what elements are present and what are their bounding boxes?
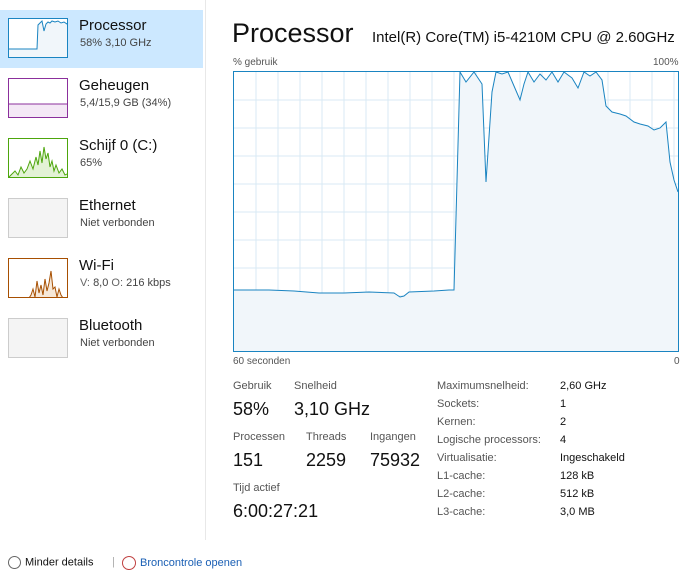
receive-value: 216 kbps	[126, 277, 171, 289]
spec-value: 128 kB	[560, 470, 595, 482]
spec-label: L1-cache:	[437, 470, 486, 482]
processes-label: Processen	[233, 431, 285, 443]
threads-label: Threads	[306, 431, 347, 443]
handles-label: Ingangen	[370, 431, 416, 443]
sidebar-item-detail: Niet verbonden	[80, 337, 155, 349]
handles-value: 75932	[370, 450, 421, 470]
spec-label: L2-cache:	[437, 488, 486, 500]
sidebar-item-name: Ethernet	[79, 197, 136, 214]
threads-value: 2259	[306, 450, 347, 470]
spec-label: Logische processors:	[437, 434, 541, 446]
chevron-up-icon	[8, 556, 21, 569]
spec-value: Ingeschakeld	[560, 452, 625, 464]
open-resource-monitor-label: Broncontrole openen	[140, 556, 243, 569]
spec-value: 2	[560, 416, 567, 428]
sidebar: Processor 58% 3,10 GHz Geheugen 5,4/15,9…	[0, 0, 205, 564]
sidebar-item-name: Processor	[79, 17, 147, 34]
spec-value: 512 kB	[560, 488, 595, 500]
cpu-usage-plot	[234, 72, 678, 351]
spec-label: Sockets:	[437, 398, 480, 410]
receive-label: O:	[111, 277, 124, 289]
sidebar-item-name: Geheugen	[79, 77, 150, 94]
sidebar-item-name: Schijf 0 (C:)	[79, 137, 158, 154]
spec-value: 4	[560, 434, 567, 446]
usage-value: 58%	[233, 399, 270, 419]
spec-label: Maximumsnelheid:	[437, 380, 529, 392]
sidebar-item-bluetooth[interactable]: Bluetooth Niet verbonden	[0, 310, 203, 368]
sidebar-item-memory[interactable]: Geheugen 5,4/15,9 GB (34%)	[0, 70, 203, 128]
graph-x-left-label: 60 seconden	[233, 356, 291, 367]
fewer-details-button[interactable]: Minder details	[8, 556, 93, 569]
sidebar-item-disk[interactable]: Schijf 0 (C:) 65%	[0, 130, 203, 188]
spec-value: 2,60 GHz	[560, 380, 607, 392]
memory-thumbnail-graph	[8, 78, 68, 118]
sidebar-item-processor[interactable]: Processor 58% 3,10 GHz	[0, 10, 203, 68]
processor-thumbnail-graph	[8, 18, 68, 58]
speed-label: Snelheid	[294, 380, 337, 392]
sidebar-item-wifi[interactable]: Wi-Fi V: 8,0 O: 216 kbps	[0, 250, 203, 308]
page-title: Processor	[232, 18, 354, 48]
sidebar-divider	[205, 0, 206, 540]
uptime-label: Tijd actief	[233, 482, 280, 494]
sidebar-item-detail: Niet verbonden	[80, 217, 155, 229]
sidebar-item-ethernet[interactable]: Ethernet Niet verbonden	[0, 190, 203, 248]
spec-value: 3,0 MB	[560, 506, 595, 518]
ethernet-thumbnail-graph	[8, 198, 68, 238]
open-resource-monitor-link[interactable]: Broncontrole openen	[122, 556, 242, 570]
spec-value: 1	[560, 398, 567, 410]
usage-label: Gebruik	[233, 380, 272, 392]
sidebar-item-detail: 65%	[80, 157, 103, 169]
sidebar-item-detail: 58% 3,10 GHz	[80, 37, 152, 49]
send-label: V:	[80, 277, 90, 289]
resource-monitor-icon	[122, 556, 136, 570]
fewer-details-label: Minder details	[25, 556, 94, 569]
spec-label: Virtualisatie:	[437, 452, 497, 464]
cpu-usage-graph	[233, 71, 679, 352]
spec-label: Kernen:	[437, 416, 476, 428]
speed-value: 3,10 GHz	[294, 399, 371, 419]
graph-x-right-label: 0	[674, 356, 680, 367]
sidebar-item-detail: 5,4/15,9 GB (34%)	[80, 97, 172, 109]
footer-separator: |	[112, 556, 115, 568]
cpu-model-name: Intel(R) Core(TM) i5-4210M CPU @ 2.60GHz	[372, 29, 675, 46]
sidebar-item-detail: V: 8,0 O: 216 kbps	[80, 277, 171, 289]
graph-y-label: % gebruik	[233, 57, 278, 68]
sidebar-item-name: Wi-Fi	[79, 257, 114, 274]
uptime-value: 6:00:27:21	[233, 501, 319, 521]
spec-label: L3-cache:	[437, 506, 486, 518]
sidebar-item-name: Bluetooth	[79, 317, 143, 334]
wifi-thumbnail-graph	[8, 258, 68, 298]
processes-value: 151	[233, 450, 264, 470]
send-value: 8,0	[93, 277, 109, 289]
graph-y-max-label: 100%	[653, 57, 679, 68]
disk-thumbnail-graph	[8, 138, 68, 178]
bluetooth-thumbnail-graph	[8, 318, 68, 358]
